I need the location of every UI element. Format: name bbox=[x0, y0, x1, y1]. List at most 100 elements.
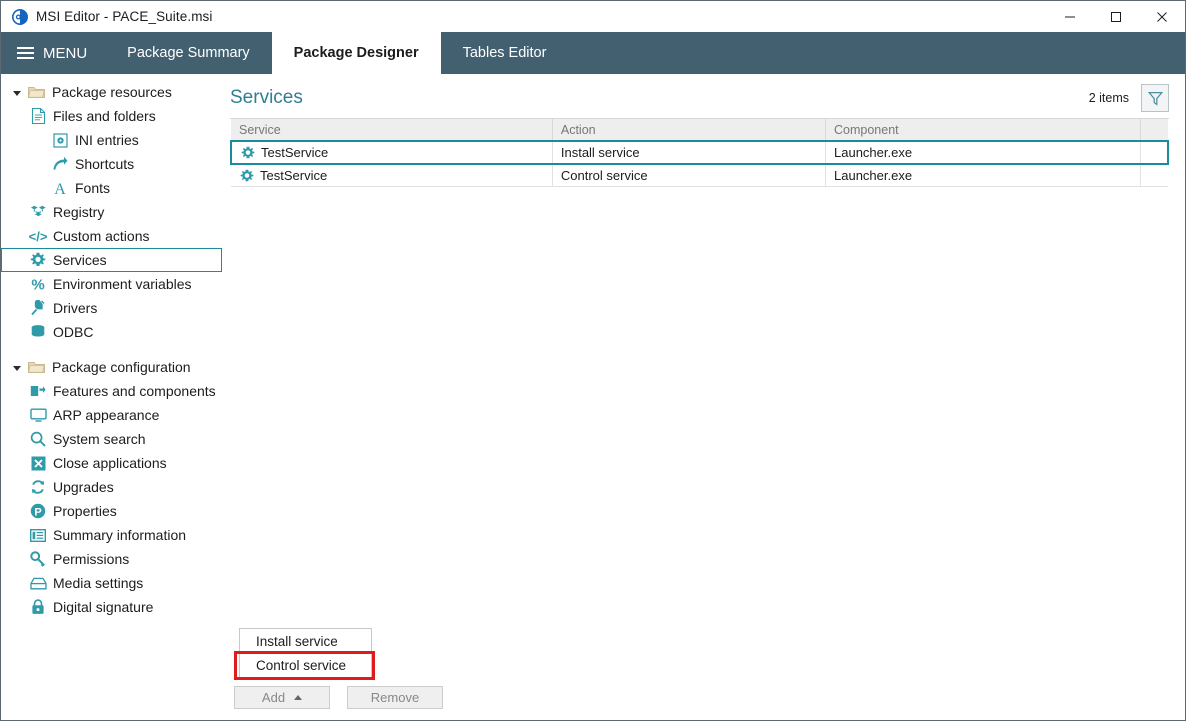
sidebar-group-package-configuration[interactable]: Package configuration bbox=[1, 355, 230, 379]
pace-suite-logo-icon bbox=[12, 8, 28, 25]
sidebar-item-label: Media settings bbox=[53, 575, 144, 591]
sidebar-item-odbc[interactable]: ODBC bbox=[1, 320, 222, 344]
table-row[interactable]: TestService Install service Launcher.exe bbox=[229, 140, 1170, 165]
database-icon bbox=[29, 323, 47, 341]
x-square-icon bbox=[29, 454, 47, 472]
sidebar-item-properties[interactable]: P Properties bbox=[1, 499, 222, 523]
chevron-down-icon[interactable] bbox=[11, 361, 24, 374]
services-table: Service Action Component TestService Ins… bbox=[229, 119, 1170, 187]
sidebar-item-system-search[interactable]: System search bbox=[1, 427, 222, 451]
maximize-button[interactable] bbox=[1093, 1, 1139, 32]
column-header-service[interactable]: Service bbox=[231, 119, 553, 142]
filter-funnel-icon bbox=[1147, 91, 1163, 106]
sidebar-item-label: Shortcuts bbox=[75, 156, 135, 172]
close-button[interactable] bbox=[1139, 1, 1185, 32]
code-brackets-icon: </> bbox=[29, 227, 47, 245]
media-drive-icon bbox=[29, 574, 47, 592]
add-dropdown-menu[interactable]: Install service Control service bbox=[239, 628, 372, 678]
sidebar-item-registry[interactable]: Registry bbox=[1, 200, 222, 224]
maximize-icon bbox=[1111, 11, 1121, 22]
sidebar-item-label: Registry bbox=[53, 204, 105, 220]
sidebar-item-label: Close applications bbox=[53, 455, 167, 471]
dropdown-item-install-service[interactable]: Install service bbox=[240, 629, 371, 653]
window-controls bbox=[1047, 1, 1185, 32]
filter-button[interactable] bbox=[1141, 84, 1169, 112]
sidebar-item-fonts[interactable]: A Fonts bbox=[1, 176, 222, 200]
remove-button[interactable]: Remove bbox=[347, 685, 443, 709]
sidebar-item-drivers[interactable]: Drivers bbox=[1, 296, 222, 320]
sidebar-item-features-and-components[interactable]: Features and components bbox=[1, 379, 222, 403]
column-header-action[interactable]: Action bbox=[552, 119, 827, 142]
minimize-button[interactable] bbox=[1047, 1, 1093, 32]
gear-icon bbox=[239, 168, 254, 183]
sidebar-item-label: Features and components bbox=[53, 383, 216, 399]
column-header-extra[interactable] bbox=[1140, 119, 1168, 142]
chevron-down-icon[interactable] bbox=[11, 86, 24, 99]
sidebar-item-permissions[interactable]: Permissions bbox=[1, 547, 222, 571]
menu-label: MENU bbox=[43, 44, 88, 62]
cell-action: Control service bbox=[552, 164, 827, 187]
font-letter-a-icon: A bbox=[51, 179, 69, 197]
key-icon bbox=[29, 550, 47, 568]
sidebar-item-label: Fonts bbox=[75, 180, 111, 196]
sidebar-item-label: Permissions bbox=[53, 551, 130, 567]
page-title: Services bbox=[230, 87, 303, 108]
main-body: Package resources Files and folders INI … bbox=[1, 74, 1185, 720]
window-title: MSI Editor - PACE_Suite.msi bbox=[36, 9, 213, 24]
tab-tables-editor[interactable]: Tables Editor bbox=[441, 32, 569, 74]
ini-file-icon bbox=[51, 131, 69, 149]
content-header: Services 2 items bbox=[230, 74, 1169, 118]
lock-icon bbox=[29, 598, 47, 616]
item-count-label: 2 items bbox=[1088, 91, 1129, 105]
shortcut-arrow-icon bbox=[51, 155, 69, 173]
plug-icon bbox=[29, 299, 47, 317]
column-header-component[interactable]: Component bbox=[825, 119, 1142, 142]
sidebar-item-files-and-folders[interactable]: Files and folders bbox=[1, 104, 222, 128]
svg-text:P: P bbox=[34, 506, 41, 518]
registry-blocks-icon bbox=[29, 203, 47, 221]
svg-text:%: % bbox=[31, 277, 44, 293]
sidebar-item-shortcuts[interactable]: Shortcuts bbox=[1, 152, 222, 176]
sidebar-item-upgrades[interactable]: Upgrades bbox=[1, 475, 222, 499]
cell-extra bbox=[1140, 164, 1168, 187]
cell-action: Install service bbox=[552, 140, 827, 165]
hamburger-icon bbox=[17, 47, 34, 59]
sidebar-item-ini-entries[interactable]: INI entries bbox=[1, 128, 222, 152]
menu-button[interactable]: MENU bbox=[1, 32, 105, 74]
cell-service: TestService bbox=[231, 164, 553, 187]
sidebar-item-label: Digital signature bbox=[53, 599, 154, 615]
folder-icon bbox=[27, 83, 45, 101]
letter-p-circle-icon: P bbox=[29, 502, 47, 520]
sidebar-item-label: ODBC bbox=[53, 324, 94, 340]
features-icon bbox=[29, 382, 47, 400]
cell-extra bbox=[1140, 140, 1170, 165]
sidebar-item-environment-variables[interactable]: % Environment variables bbox=[1, 272, 222, 296]
list-panel-icon bbox=[29, 526, 47, 544]
services-table-wrapper: Service Action Component TestService Ins… bbox=[229, 118, 1170, 674]
refresh-icon bbox=[29, 478, 47, 496]
sidebar-group-label: Package configuration bbox=[52, 359, 191, 375]
tab-package-summary[interactable]: Package Summary bbox=[105, 32, 272, 74]
sidebar-item-digital-signature[interactable]: Digital signature bbox=[1, 595, 222, 619]
sidebar-item-custom-actions[interactable]: </> Custom actions bbox=[1, 224, 222, 248]
folder-icon bbox=[27, 358, 45, 376]
content-panel: Services 2 items Service Action Componen… bbox=[229, 74, 1185, 720]
dropdown-item-control-service[interactable]: Control service bbox=[240, 653, 371, 677]
monitor-icon bbox=[29, 406, 47, 424]
cell-service: TestService bbox=[229, 140, 553, 165]
add-button[interactable]: Add bbox=[234, 685, 330, 709]
sidebar-item-label: Environment variables bbox=[53, 276, 192, 292]
sidebar-item-services[interactable]: Services bbox=[1, 248, 222, 272]
sidebar-item-media-settings[interactable]: Media settings bbox=[1, 571, 222, 595]
tab-package-designer[interactable]: Package Designer bbox=[271, 32, 441, 74]
sidebar-item-arp-appearance[interactable]: ARP appearance bbox=[1, 403, 222, 427]
sidebar-item-label: ARP appearance bbox=[53, 407, 160, 423]
title-bar: MSI Editor - PACE_Suite.msi bbox=[1, 1, 1185, 32]
sidebar-item-summary-information[interactable]: Summary information bbox=[1, 523, 222, 547]
sidebar-group-label: Package resources bbox=[52, 84, 172, 100]
gear-icon bbox=[29, 251, 47, 269]
document-icon bbox=[29, 107, 47, 125]
sidebar-item-close-applications[interactable]: Close applications bbox=[1, 451, 222, 475]
table-row[interactable]: TestService Control service Launcher.exe bbox=[231, 164, 1168, 187]
sidebar-group-package-resources[interactable]: Package resources bbox=[1, 80, 230, 104]
